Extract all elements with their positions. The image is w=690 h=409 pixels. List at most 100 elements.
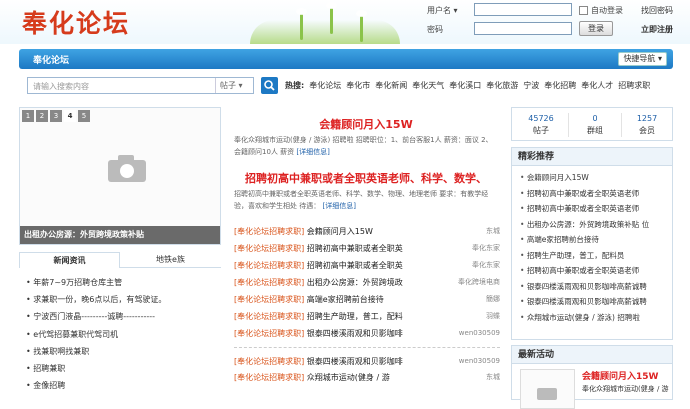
dandelion-decoration bbox=[356, 10, 367, 42]
slider-page-button[interactable]: 1 bbox=[22, 110, 34, 122]
list-item[interactable]: 招聘初高中兼职或者全职英语老师 bbox=[512, 201, 672, 217]
table-row[interactable]: [奉化论坛招聘求职] 银泰四楼溪雨观和贝影咖啡 wen030509 bbox=[234, 325, 500, 342]
row-title[interactable]: 银泰四楼溪雨观和贝影咖啡 bbox=[307, 329, 403, 338]
row-author[interactable]: 奉化东家 bbox=[472, 257, 500, 274]
row-category[interactable]: [奉化论坛招聘求职] bbox=[234, 295, 304, 304]
detail-link[interactable]: [详细信息] bbox=[296, 148, 329, 156]
row-title[interactable]: 招聘初高中兼职或者全职英 bbox=[307, 261, 403, 270]
hot-search-item[interactable]: 宁波 bbox=[523, 81, 539, 90]
row-category[interactable]: [奉化论坛招聘求职] bbox=[234, 373, 304, 382]
row-category[interactable]: [奉化论坛招聘求职] bbox=[234, 244, 304, 253]
list-item[interactable]: 招聘初高中兼职或者全职英语老师 bbox=[512, 186, 672, 202]
row-author[interactable]: wen030509 bbox=[459, 353, 500, 370]
table-row[interactable]: [奉化论坛招聘求职] 招聘生产助理，普工，配料 羽蝶 bbox=[234, 308, 500, 325]
quick-nav-button[interactable]: 快捷导航 ▾ bbox=[618, 52, 667, 66]
table-row[interactable]: [奉化论坛招聘求职] 高端e家招聘前台接待 簡娜 bbox=[234, 291, 500, 308]
list-item[interactable]: • 宁波西门液晶---------诚聘----------- bbox=[26, 308, 166, 325]
activity-thumbnail[interactable] bbox=[520, 369, 575, 409]
row-author[interactable]: 东城 bbox=[486, 223, 500, 240]
list-item[interactable]: 出租办公房源：外贸跨境政策补贴 位 bbox=[512, 217, 672, 233]
row-title[interactable]: 银泰四楼溪雨观和贝影咖啡 bbox=[307, 357, 403, 366]
list-item[interactable]: • e代驾招募兼职代驾司机 bbox=[26, 326, 166, 343]
detail-link[interactable]: [详细信息] bbox=[322, 202, 355, 210]
list-item[interactable]: 众翔城市运动(健身 / 游泳) 招聘啦 bbox=[512, 310, 672, 326]
hot-search-item[interactable]: 招聘求职 bbox=[618, 81, 650, 90]
password-input[interactable] bbox=[474, 22, 572, 35]
stat-posts: 45726 帖子 bbox=[528, 114, 554, 135]
list-item[interactable]: • 招聘兼职 bbox=[26, 360, 166, 377]
slider-page-button-active[interactable]: 4 bbox=[64, 110, 76, 122]
hot-search-item[interactable]: 奉化人才 bbox=[581, 81, 613, 90]
row-category[interactable]: [奉化论坛招聘求职] bbox=[234, 329, 304, 338]
auto-login-checkbox[interactable] bbox=[579, 6, 588, 15]
headline-title[interactable]: 会籍顾问月入15W bbox=[228, 116, 504, 132]
slider-page-button[interactable]: 5 bbox=[78, 110, 90, 122]
row-category[interactable]: [奉化论坛招聘求职] bbox=[234, 357, 304, 366]
banner-grass-decoration bbox=[250, 20, 400, 44]
row-title[interactable]: 招聘初高中兼职或者全职英 bbox=[307, 244, 403, 253]
list-item[interactable]: • 求兼职一份，晚6点以后，有驾驶证。 bbox=[26, 291, 166, 308]
login-button[interactable]: 登录 bbox=[579, 21, 613, 36]
hot-search-item[interactable]: 奉化市 bbox=[346, 81, 370, 90]
table-row[interactable]: [奉化论坛招聘求职] 银泰四楼溪雨观和贝影咖啡 wen030509 bbox=[234, 347, 500, 369]
row-author[interactable]: 簡娜 bbox=[486, 291, 500, 308]
row-author[interactable]: 羽蝶 bbox=[486, 308, 500, 325]
row-category[interactable]: [奉化论坛招聘求职] bbox=[234, 312, 304, 321]
row-title[interactable]: 出租办公房源：外贸跨境政 bbox=[307, 278, 403, 287]
password-label: 密码 bbox=[427, 25, 443, 34]
slider-page-button[interactable]: 3 bbox=[50, 110, 62, 122]
table-row[interactable]: [奉化论坛招聘求职] 招聘初高中兼职或者全职英 奉化东家 bbox=[234, 240, 500, 257]
dandelion-decoration bbox=[326, 2, 337, 34]
hot-search-item[interactable]: 奉化论坛 bbox=[309, 81, 341, 90]
list-item[interactable]: 招聘初高中兼职或者全职英语老师 bbox=[512, 263, 672, 279]
row-author[interactable]: 东城 bbox=[486, 369, 500, 386]
username-input[interactable] bbox=[474, 3, 572, 16]
image-slider[interactable]: 12345 出租办公房源：外贸跨境政策补贴 bbox=[19, 107, 221, 245]
row-title[interactable]: 招聘生产助理，普工，配料 bbox=[307, 312, 403, 321]
camera-placeholder-icon bbox=[537, 388, 557, 400]
table-row[interactable]: [奉化论坛招聘求职] 招聘初高中兼职或者全职英 奉化东家 bbox=[234, 257, 500, 274]
activity-title: 最新活动 bbox=[512, 346, 672, 364]
list-item[interactable]: 招聘生产助理，普工，配料员 bbox=[512, 248, 672, 264]
register-link[interactable]: 立即注册 bbox=[641, 24, 673, 35]
row-title[interactable]: 众翔城市运动(健身 / 游 bbox=[307, 373, 390, 382]
slider-caption[interactable]: 出租办公房源：外贸跨境政策补贴 bbox=[20, 226, 220, 244]
search-button[interactable] bbox=[261, 77, 278, 94]
hot-search-item[interactable]: 奉化天气 bbox=[412, 81, 444, 90]
row-category[interactable]: [奉化论坛招聘求职] bbox=[234, 278, 304, 287]
headline-title[interactable]: 招聘初高中兼职或者全职英语老师、科学、数学、 bbox=[228, 170, 504, 186]
table-row[interactable]: [奉化论坛招聘求职] 众翔城市运动(健身 / 游 东城 bbox=[234, 369, 500, 386]
list-item[interactable]: • 找兼职啊找兼职 bbox=[26, 343, 166, 360]
row-author[interactable]: 奉化跨境电商 bbox=[458, 274, 500, 291]
row-title[interactable]: 会籍顾问月入15W bbox=[307, 227, 373, 236]
hot-search-item[interactable]: 奉化招聘 bbox=[544, 81, 576, 90]
hot-search-item[interactable]: 奉化溪口 bbox=[449, 81, 481, 90]
hot-search-item[interactable]: 奉化新闻 bbox=[375, 81, 407, 90]
find-password-link[interactable]: 找回密码 bbox=[641, 5, 673, 16]
slider-pagination: 12345 bbox=[22, 110, 92, 122]
list-item[interactable]: 会籍顾问月入15W bbox=[512, 170, 672, 186]
list-item[interactable]: 高端e家招聘前台接待 bbox=[512, 232, 672, 248]
row-author[interactable]: 奉化东家 bbox=[472, 240, 500, 257]
row-title[interactable]: 高端e家招聘前台接待 bbox=[307, 295, 384, 304]
search-input[interactable]: 请输入搜索内容 bbox=[33, 81, 89, 92]
list-item[interactable]: • 年薪7~9万招聘仓库主管 bbox=[26, 274, 166, 291]
table-row[interactable]: [奉化论坛招聘求职] 会籍顾问月入15W 东城 bbox=[234, 223, 500, 240]
table-row[interactable]: [奉化论坛招聘求职] 出租办公房源：外贸跨境政 奉化跨境电商 bbox=[234, 274, 500, 291]
activity-item-title[interactable]: 会籍顾问月入15W bbox=[582, 369, 658, 382]
list-item[interactable]: 银泰四楼溪雨观和贝影咖啡高薪诚聘 bbox=[512, 294, 672, 310]
row-author[interactable]: wen030509 bbox=[459, 325, 500, 342]
list-item[interactable]: 银泰四楼溪雨观和贝影咖啡高薪诚聘 bbox=[512, 279, 672, 295]
row-category[interactable]: [奉化论坛招聘求职] bbox=[234, 227, 304, 236]
slider-page-button[interactable]: 2 bbox=[36, 110, 48, 122]
chevron-down-icon: ▾ bbox=[657, 54, 662, 63]
search-type-select[interactable]: 帖子 ▾ bbox=[215, 78, 253, 93]
list-item[interactable]: • 金像招聘 bbox=[26, 377, 166, 394]
recommend-panel: 精彩推荐 会籍顾问月入15W 招聘初高中兼职或者全职英语老师 招聘初高中兼职或者… bbox=[511, 147, 673, 340]
nav-home-link[interactable]: 奉化论坛 bbox=[33, 53, 69, 66]
tab-metro[interactable]: 地铁e族 bbox=[120, 252, 221, 268]
hot-search-item[interactable]: 奉化旅游 bbox=[486, 81, 518, 90]
tab-news[interactable]: 新闻资讯 bbox=[19, 252, 120, 268]
site-logo[interactable]: 奉化论坛 bbox=[22, 4, 130, 40]
row-category[interactable]: [奉化论坛招聘求职] bbox=[234, 261, 304, 270]
